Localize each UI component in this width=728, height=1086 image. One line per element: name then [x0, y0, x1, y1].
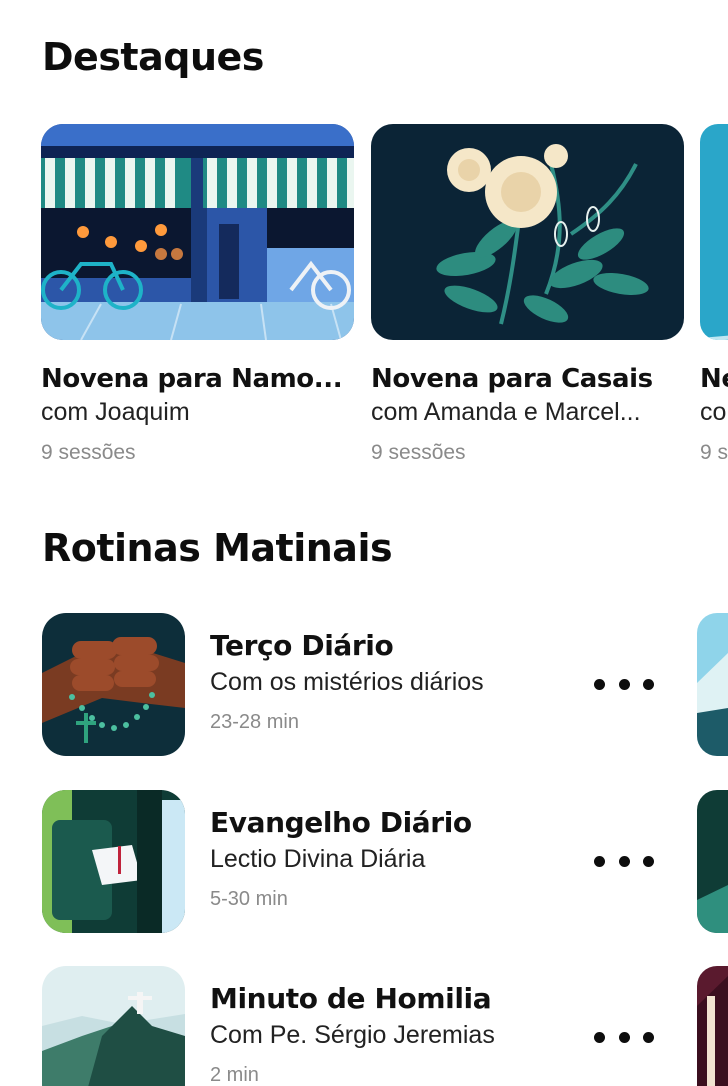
routine-subtitle: Com os mistérios diários: [210, 668, 484, 696]
featured-card-title: Ne: [700, 364, 728, 394]
next-page-thumbnail[interactable]: [697, 966, 728, 1086]
featured-card-subtitle: com Amanda e Marcel...: [371, 398, 641, 426]
section-title-routines: Rotinas Matinais: [42, 526, 393, 570]
more-options-icon[interactable]: [594, 671, 654, 697]
featured-card-subtitle: co: [700, 398, 727, 426]
routine-title: Terço Diário: [210, 629, 394, 662]
featured-artwork-roses: [371, 124, 684, 340]
featured-card-sessions: 9 sessões: [371, 441, 466, 464]
more-options-icon[interactable]: [594, 848, 654, 874]
next-page-thumbnail[interactable]: [697, 790, 728, 933]
next-page-thumbnail[interactable]: [697, 613, 728, 756]
routine-subtitle: Com Pe. Sérgio Jeremias: [210, 1021, 495, 1049]
section-title-featured: Destaques: [42, 35, 264, 79]
routine-thumbnail-christ-redeemer: [42, 966, 185, 1086]
featured-artwork-partial: [700, 124, 728, 340]
featured-card-subtitle: com Joaquim: [41, 398, 190, 426]
routine-duration: 2 min: [210, 1064, 259, 1086]
routine-subtitle: Lectio Divina Diária: [210, 845, 426, 873]
featured-card-title: Novena para Namo...: [41, 364, 343, 394]
more-options-icon[interactable]: [594, 1024, 654, 1050]
featured-card-sessions: 9 sessões: [41, 441, 136, 464]
routine-item-evangelho[interactable]: Evangelho Diário Lectio Divina Diária 5-…: [42, 790, 682, 934]
featured-card-title: Novena para Casais: [371, 364, 653, 394]
featured-card-novena-namoro[interactable]: Novena para Namo... com Joaquim 9 sessõe…: [41, 124, 354, 465]
routine-title: Evangelho Diário: [210, 806, 472, 839]
featured-card-partial[interactable]: Ne co 9 s: [700, 124, 728, 465]
featured-card-sessions: 9 s: [700, 441, 728, 464]
routine-title: Minuto de Homilia: [210, 982, 492, 1015]
routine-item-terco[interactable]: Terço Diário Com os mistérios diários 23…: [42, 613, 682, 757]
routine-thumbnail-bible-reading: [42, 790, 185, 933]
featured-card-novena-casais[interactable]: Novena para Casais com Amanda e Marcel..…: [371, 124, 684, 465]
routine-duration: 5-30 min: [210, 888, 288, 910]
routine-duration: 23-28 min: [210, 711, 299, 733]
routine-thumbnail-rosary: [42, 613, 185, 756]
featured-artwork-storefront: [41, 124, 354, 340]
routine-item-homilia[interactable]: Minuto de Homilia Com Pe. Sérgio Jeremia…: [42, 966, 682, 1086]
